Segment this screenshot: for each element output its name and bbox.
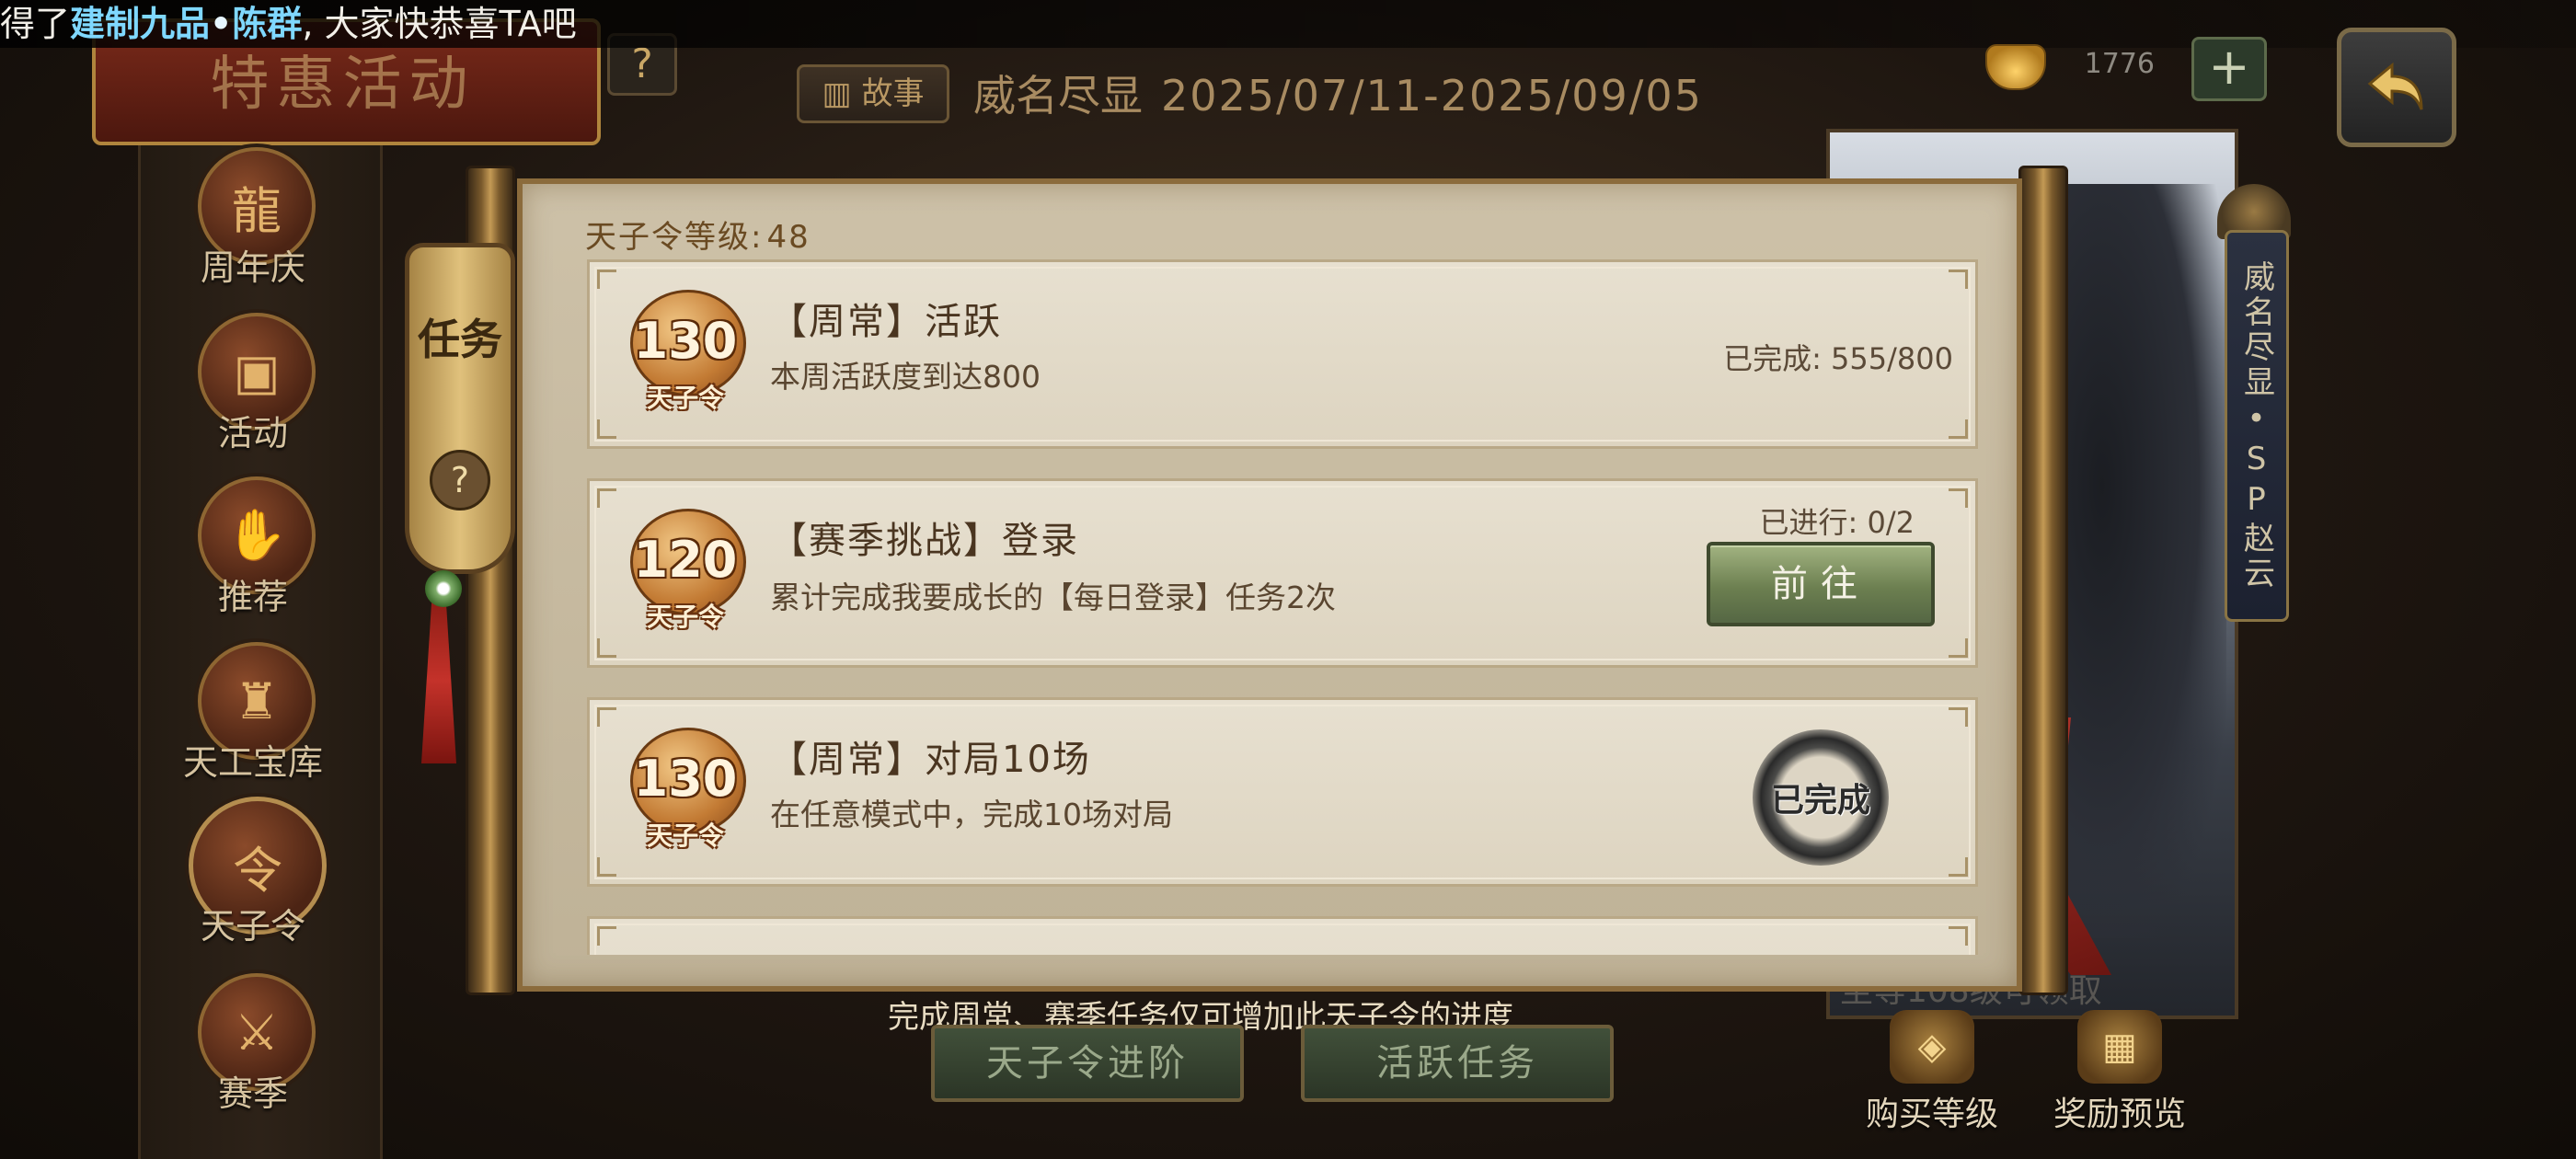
task-title: 【周常】活跃: [770, 301, 1002, 343]
banner-title: 特惠活动: [210, 51, 476, 119]
story-button[interactable]: ▥ 故事: [797, 64, 949, 123]
task-scroll-paper: 天子令等级: 48 130 天子令 【周常】活跃 本周活跃度到达800 已完成: …: [517, 178, 2022, 992]
sidebar-item-tianziling[interactable]: 令 天子令: [179, 797, 327, 962]
broadcast-item: 建制九品: [70, 4, 211, 44]
sidebar-item-label: 天子令: [200, 906, 305, 947]
level-label-text: 天子令等级:: [585, 219, 764, 256]
completed-stamp-label: 已完成: [1770, 782, 1870, 820]
task-card: 130 天子令 【周常】活跃 本周活跃度到达800 已完成: 555/800: [587, 259, 1978, 449]
scroll-rod-right: [2018, 166, 2068, 995]
task-list[interactable]: 130 天子令 【周常】活跃 本周活跃度到达800 已完成: 555/800 1…: [585, 259, 1980, 955]
event-name: 威名尽显: [973, 71, 1143, 120]
task-description: 本周活跃度到达800: [770, 359, 1041, 395]
task-progress: 已进行: 0/2: [1759, 505, 1915, 540]
task-card: 120 天子令 【赛季挑战】登录 累计完成我要成长的【每日登录】任务2次 已进行…: [587, 478, 1978, 668]
broadcast-separator: •: [210, 4, 233, 44]
task-description: 在任意模式中，完成10场对局: [770, 797, 1173, 832]
reward-amount: 120: [633, 531, 738, 589]
sidebar-item-label: 天工宝库: [182, 742, 323, 783]
reward-preview-label: 奖励预览: [2053, 1096, 2186, 1133]
level-value: 48: [766, 219, 811, 256]
event-dates: 2025/07/11-2025/09/05: [1161, 71, 1703, 120]
buy-level-label: 购买等级: [1865, 1096, 1998, 1133]
advance-button[interactable]: 天子令进阶: [931, 1025, 1244, 1102]
sidebar-item-season[interactable]: ⚔ 赛季: [179, 973, 327, 1130]
gold-amount: 1776: [2084, 48, 2155, 80]
sidebar-item-treasury[interactable]: ♜ 天工宝库: [179, 642, 327, 798]
sidebar-item-activity[interactable]: ▣ 活动: [179, 313, 327, 469]
sidebar-item-label: 活动: [217, 413, 288, 453]
task-title: 【赛季挑战】登录: [770, 520, 1079, 562]
task-tab-label: 任务: [418, 315, 502, 364]
task-title: 【周常】对局10场: [770, 739, 1091, 781]
gift-box-icon: ▦: [2077, 1010, 2162, 1084]
money-bag-icon: ◈: [1890, 1010, 1974, 1084]
completed-stamp-icon: 已完成: [1753, 729, 1889, 866]
event-title: 威名尽显 2025/07/11-2025/09/05: [973, 63, 1703, 123]
task-card: [587, 916, 1978, 955]
sidebar-item-label: 赛季: [217, 1073, 288, 1114]
sidebar-item-label: 周年庆: [200, 247, 305, 288]
reward-token-icon: 130 天子令: [623, 724, 748, 858]
broadcast-message: 得了建制九品•陈群, 大家快恭喜TA吧: [0, 0, 577, 48]
broadcast-player: 陈群: [232, 4, 303, 44]
reward-caption: 天子令: [646, 602, 724, 632]
task-description: 累计完成我要成长的【每日登录】任务2次: [770, 580, 1336, 615]
story-button-label: 故事: [861, 75, 925, 112]
hero-name-tag: 威名尽显•SP赵云: [2225, 230, 2289, 622]
task-help-button[interactable]: ?: [430, 450, 490, 511]
go-button[interactable]: 前往: [1707, 542, 1935, 626]
reward-preview-button[interactable]: ▦ 奖励预览: [2028, 1010, 2212, 1133]
reward-token-icon: 120 天子令: [623, 505, 748, 639]
reward-amount: 130: [633, 312, 738, 370]
task-card: 130 天子令 【周常】对局10场 在任意模式中，完成10场对局 已完成: [587, 697, 1978, 887]
sidebar-item-anniversary[interactable]: 龍 周年庆: [179, 147, 327, 304]
reward-caption: 天子令: [646, 820, 724, 851]
reward-token-icon: 130 天子令: [623, 286, 748, 420]
broadcast-suffix: , 大家快恭喜TA吧: [302, 4, 577, 44]
jade-knot-icon: [425, 570, 462, 607]
buy-level-button[interactable]: ◈ 购买等级: [1840, 1010, 2024, 1133]
active-tasks-button[interactable]: 活跃任务: [1301, 1025, 1614, 1102]
reward-amount: 130: [633, 750, 738, 808]
back-arrow-icon: [2367, 62, 2423, 110]
sidebar-item-label: 推荐: [217, 577, 288, 617]
task-modal: 天子令等级: 48 130 天子令 【周常】活跃 本周活跃度到达800 已完成: …: [466, 166, 2112, 995]
back-button[interactable]: [2337, 28, 2456, 147]
broadcast-prefix: 得了: [0, 4, 71, 44]
sidebar-item-recommend[interactable]: ✋ 推荐: [179, 476, 327, 633]
add-gold-button[interactable]: +: [2191, 37, 2267, 101]
task-tab[interactable]: 任务 ?: [405, 243, 515, 574]
reward-caption: 天子令: [646, 383, 724, 413]
tianziling-level: 天子令等级: 48: [585, 212, 811, 257]
task-progress: 已完成: 555/800: [1723, 341, 1953, 376]
book-icon: ▥: [822, 75, 862, 112]
